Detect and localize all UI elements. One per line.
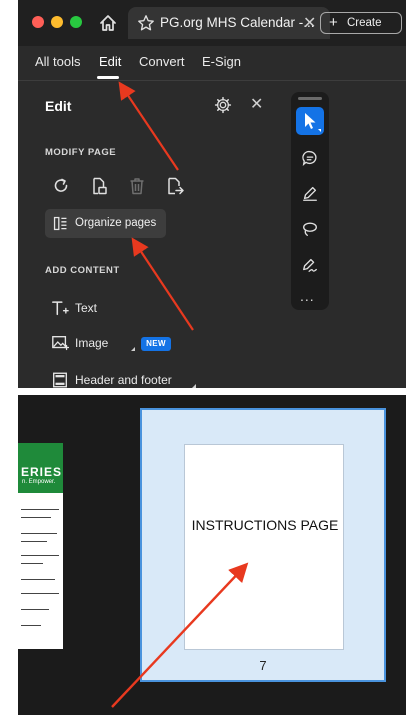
thumbnail-tagline: n. Empower. xyxy=(22,479,56,485)
rotate-icon[interactable] xyxy=(51,176,71,196)
add-content-heading: ADD CONTENT xyxy=(45,265,120,276)
tab-title: PG.org MHS Calendar -... xyxy=(160,15,315,30)
organize-pages-label: Organize pages xyxy=(75,217,157,229)
browser-tab-bar: PG.org MHS Calendar -... ✕ + Create xyxy=(18,0,406,46)
window-close-dot[interactable] xyxy=(32,16,44,28)
thumbnail-line xyxy=(21,593,59,594)
window-zoom-dot[interactable] xyxy=(70,16,82,28)
close-icon[interactable]: ✕ xyxy=(250,94,263,114)
page-sheet: INSTRUCTIONS PAGE xyxy=(184,444,344,650)
menu-esign[interactable]: E-Sign xyxy=(202,54,241,69)
organize-pages-button[interactable]: Organize pages xyxy=(45,209,166,238)
thumbnail-line xyxy=(21,555,59,556)
draw-icon[interactable] xyxy=(301,184,319,202)
organize-pages-view: ERIES n. Empower. INSTRUCTIONS PAGE 7 xyxy=(18,395,406,715)
previous-page-thumbnail[interactable]: ERIES n. Empower. xyxy=(18,443,63,649)
acrobat-window: PG.org MHS Calendar -... ✕ + Create All … xyxy=(18,0,406,388)
sign-icon[interactable] xyxy=(301,256,319,274)
image-icon xyxy=(52,336,69,351)
create-button[interactable]: + Create xyxy=(320,12,402,34)
panel-title: Edit xyxy=(45,98,72,114)
top-menu-bar: All tools Edit Convert E-Sign xyxy=(18,46,406,81)
lasso-icon[interactable] xyxy=(301,220,319,238)
insert-icon[interactable] xyxy=(165,176,185,196)
quick-tools-rail: ... xyxy=(291,92,329,310)
delete-icon[interactable] xyxy=(127,176,147,196)
organize-icon xyxy=(53,216,67,231)
home-icon[interactable] xyxy=(98,13,118,33)
screenshot-root: PG.org MHS Calendar -... ✕ + Create All … xyxy=(0,0,408,715)
close-icon[interactable]: ✕ xyxy=(303,13,316,33)
add-image-label: Image xyxy=(75,336,109,350)
thumbnail-line xyxy=(21,579,55,580)
window-minimize-dot[interactable] xyxy=(51,16,63,28)
page-thumbnail-selected[interactable]: INSTRUCTIONS PAGE 7 xyxy=(140,408,386,682)
new-badge: NEW xyxy=(141,337,171,351)
select-icon xyxy=(305,113,321,132)
add-text-item[interactable]: Text xyxy=(51,297,171,321)
chevron-down-icon[interactable] xyxy=(192,384,196,388)
thumbnail-line xyxy=(21,541,47,542)
thumbnail-line xyxy=(21,509,59,510)
star-icon[interactable] xyxy=(137,14,155,32)
page-content-text: INSTRUCTIONS PAGE xyxy=(191,517,339,533)
thumbnail-line xyxy=(21,533,57,534)
gear-icon[interactable] xyxy=(214,96,232,114)
create-label: Create xyxy=(347,17,382,29)
plus-icon: + xyxy=(329,14,338,31)
thumbnail-line xyxy=(21,517,51,518)
thumbnail-header: ERIES n. Empower. xyxy=(18,443,63,493)
menu-edit[interactable]: Edit xyxy=(99,54,121,69)
header-footer-item[interactable]: Header and footer xyxy=(51,369,211,388)
modify-page-heading: MODIFY PAGE xyxy=(45,147,117,158)
comment-icon[interactable] xyxy=(301,149,319,167)
menu-convert[interactable]: Convert xyxy=(139,54,185,69)
active-tab-indicator xyxy=(97,76,119,79)
menu-all-tools[interactable]: All tools xyxy=(35,54,81,69)
thumbnail-series-text: ERIES xyxy=(21,465,63,479)
extract-icon[interactable] xyxy=(89,176,109,196)
thumbnail-line xyxy=(21,609,49,610)
page-number-label: 7 xyxy=(259,658,267,673)
header-footer-label: Header and footer xyxy=(75,373,172,387)
add-text-label: Text xyxy=(75,301,98,315)
select-tool-button[interactable] xyxy=(296,107,324,135)
header-footer-icon xyxy=(53,372,67,388)
document-tab[interactable]: PG.org MHS Calendar -... ✕ xyxy=(128,7,330,39)
more-tools-button[interactable]: ... xyxy=(300,288,315,304)
thumbnail-line xyxy=(21,563,43,564)
thumbnail-line xyxy=(21,625,41,626)
edit-panel: Edit ✕ MODIFY PAGE Organize pages ADD CO… xyxy=(18,82,280,388)
rail-drag-handle[interactable] xyxy=(298,97,322,100)
add-image-item[interactable]: Image NEW xyxy=(51,332,201,356)
chevron-down-icon[interactable] xyxy=(131,347,135,351)
text-icon xyxy=(52,301,69,316)
